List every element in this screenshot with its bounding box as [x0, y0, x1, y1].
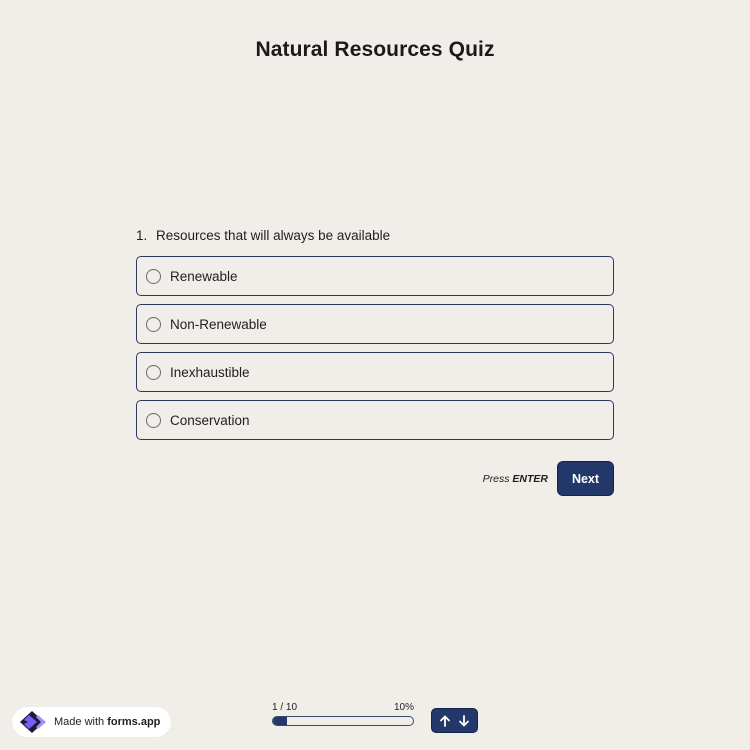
progress-indicator: 1 / 10 10% [272, 702, 414, 726]
next-button[interactable]: Next [557, 461, 614, 496]
question-number: 1. [136, 228, 148, 243]
option-non-renewable[interactable]: Non-Renewable [136, 304, 614, 344]
arrow-down-icon[interactable] [456, 713, 472, 729]
badge-text: Made with forms.app [54, 716, 160, 728]
badge-brand: forms.app [107, 716, 161, 728]
radio-icon[interactable] [146, 412, 161, 428]
press-key: ENTER [512, 472, 548, 485]
press-prefix: Press [482, 472, 510, 485]
radio-icon[interactable] [146, 268, 161, 284]
option-label: Inexhaustible [170, 364, 250, 380]
question-label: Resources that will always be available [156, 228, 391, 243]
page-title: Natural Resources Quiz [255, 38, 495, 61]
made-with-badge[interactable]: Made with forms.app [12, 707, 171, 737]
progress-fill [273, 717, 287, 725]
progress-percent: 10% [393, 702, 414, 713]
question-text: 1. Resources that will always be availab… [136, 228, 614, 244]
progress-track [272, 716, 414, 726]
question-nav [431, 708, 478, 733]
progress-count: 1 / 10 [272, 702, 298, 713]
question-block: 1. Resources that will always be availab… [136, 228, 614, 448]
option-conservation[interactable]: Conservation [136, 400, 614, 440]
option-inexhaustible[interactable]: Inexhaustible [136, 352, 614, 392]
press-enter-hint: Press ENTER [483, 473, 548, 485]
option-label: Renewable [170, 268, 238, 284]
radio-icon[interactable] [146, 364, 161, 380]
option-renewable[interactable]: Renewable [136, 256, 614, 296]
arrow-up-icon[interactable] [437, 713, 453, 729]
forms-app-logo-icon [20, 711, 46, 733]
option-label: Conservation [170, 412, 250, 428]
action-row: Press ENTER Next [136, 461, 614, 496]
option-label: Non-Renewable [170, 316, 267, 332]
badge-prefix: Made with [54, 716, 105, 728]
radio-icon[interactable] [146, 316, 161, 332]
